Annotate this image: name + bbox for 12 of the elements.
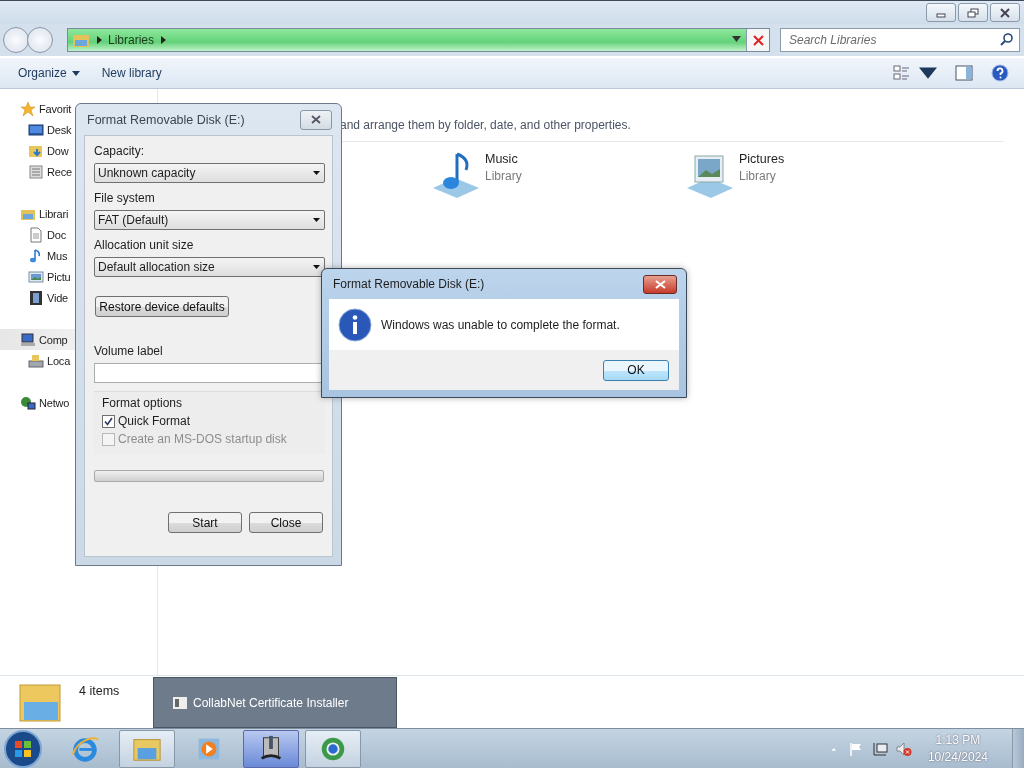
field-label: Capacity: [94,144,146,160]
library-type: Library [485,169,522,183]
dialog-title: Format Removable Disk (E:) [333,277,485,291]
dialog-title: Format Removable Disk (E:) [87,112,245,127]
field-label: Volume label [94,344,164,360]
group-title: Format options [102,395,184,412]
item-count: 4 items [79,684,120,698]
message-text: Windows was unable to complete the format. [381,317,620,332]
library-type: Library [739,169,777,183]
field-label: Allocation unit size [94,238,195,254]
preview-title: CollabNet Certificate Installer [193,695,349,710]
field-label: File system [94,191,156,207]
